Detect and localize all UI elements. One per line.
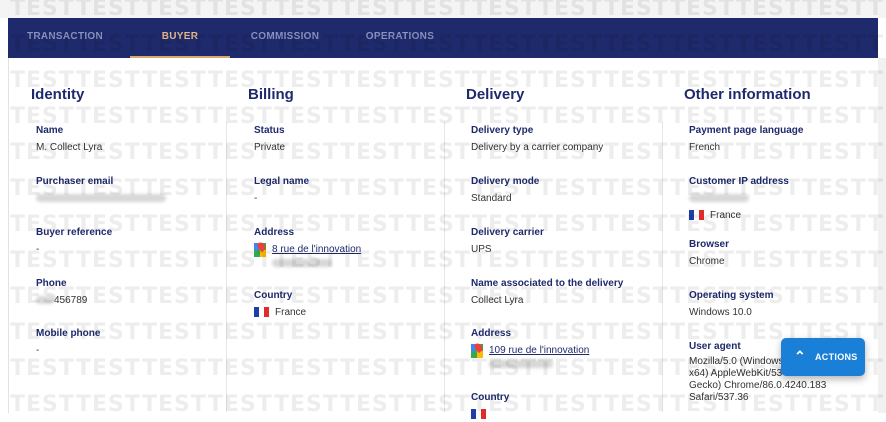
field-customer-ip: Customer IP address France [689, 176, 789, 223]
field-mobile-phone: Mobile phone - [36, 328, 100, 358]
billing-heading: Billing [248, 86, 294, 103]
status-label: Status [254, 125, 285, 136]
billing-country-value: France [275, 307, 307, 318]
field-delivery-country: Country [471, 392, 509, 422]
other-information-section: Other information [684, 86, 811, 103]
chevron-up-icon: ⌃ [794, 348, 807, 364]
france-flag-icon [689, 210, 704, 221]
field-delivery-mode: Delivery mode Standard [471, 176, 539, 206]
field-delivery-name: Name associated to the delivery Collect … [471, 278, 623, 308]
actions-button[interactable]: ⌃ ACTIONS [781, 338, 865, 376]
operating-system-label: Operating system [689, 290, 774, 301]
field-billing-country: Country France [254, 290, 306, 320]
customer-ip-label: Customer IP address [689, 176, 789, 187]
delivery-carrier-value: UPS [471, 244, 492, 255]
delivery-city-redacted [489, 360, 553, 369]
page-language-value: French [689, 142, 721, 153]
france-flag-icon [254, 307, 269, 318]
field-billing-address: Address 8 rue de l'innovation [254, 227, 361, 271]
tab-bar: TRANSACTION BUYER COMMISSION OPERATIONS [8, 18, 878, 60]
status-value: Private [254, 142, 286, 153]
column-divider [662, 122, 663, 412]
tab-operations[interactable]: OPERATIONS [360, 18, 440, 58]
name-value: M. Collect Lyra [36, 142, 103, 153]
delivery-type-value: Delivery by a carrier company [471, 142, 604, 153]
billing-city-redacted [272, 259, 332, 268]
delivery-name-value: Collect Lyra [471, 295, 524, 306]
top-strip [0, 0, 886, 18]
field-email: Purchaser email [36, 176, 166, 206]
delivery-address-label: Address [471, 328, 512, 339]
email-redacted [36, 194, 166, 203]
ip-country-value: France [710, 210, 742, 221]
user-agent-line-4: Safari/537.36 [689, 392, 749, 403]
field-delivery-type: Delivery type Delivery by a carrier comp… [471, 125, 603, 155]
delivery-mode-label: Delivery mode [471, 176, 540, 187]
browser-label: Browser [689, 239, 730, 250]
mobile-phone-label: Mobile phone [36, 328, 101, 339]
browser-value: Chrome [689, 256, 725, 267]
delivery-country-label: Country [471, 392, 510, 403]
billing-section: Billing [248, 86, 294, 103]
field-status: Status Private [254, 125, 285, 155]
scrollbar[interactable] [878, 58, 886, 413]
field-browser: Browser Chrome [689, 239, 729, 269]
billing-country-label: Country [254, 290, 293, 301]
name-label: Name [36, 125, 64, 136]
delivery-name-label: Name associated to the delivery [471, 278, 624, 289]
legal-name-value: - [254, 193, 258, 204]
tab-buyer[interactable]: BUYER [130, 18, 230, 60]
email-label: Purchaser email [36, 176, 114, 187]
field-name: Name M. Collect Lyra [36, 125, 102, 155]
identity-heading: Identity [31, 86, 85, 103]
phone-redacted [36, 296, 54, 305]
billing-address-label: Address [254, 227, 295, 238]
field-delivery-address: Address 109 rue de l'innovation [471, 328, 589, 372]
phone-label: Phone [36, 278, 67, 289]
buyer-reference-label: Buyer reference [36, 227, 113, 238]
france-flag-icon [471, 409, 486, 420]
legal-name-label: Legal name [254, 176, 310, 187]
delivery-type-label: Delivery type [471, 125, 534, 136]
tab-transaction[interactable]: TRANSACTION [20, 18, 110, 58]
ip-redacted [689, 194, 749, 203]
buyer-reference-value: - [36, 244, 40, 255]
map-icon[interactable] [471, 341, 485, 358]
field-buyer-reference: Buyer reference - [36, 227, 112, 257]
tab-commission[interactable]: COMMISSION [245, 18, 325, 58]
identity-section: Identity [31, 86, 84, 103]
column-divider [444, 122, 445, 412]
delivery-heading: Delivery [466, 86, 525, 103]
field-legal-name: Legal name - [254, 176, 309, 206]
delivery-mode-value: Standard [471, 193, 512, 204]
delivery-carrier-label: Delivery carrier [471, 227, 544, 238]
buyer-panel: Identity Name M. Collect Lyra Purchaser … [8, 58, 880, 420]
field-phone: Phone 456789 [36, 278, 87, 308]
phone-value: 456789 [54, 295, 88, 306]
field-page-language: Payment page language French [689, 125, 803, 155]
page-language-label: Payment page language [689, 125, 804, 136]
actions-label: ACTIONS [815, 352, 858, 362]
map-icon[interactable] [254, 240, 268, 257]
user-agent-line-3: Gecko) Chrome/86.0.4240.183 [689, 380, 827, 391]
mobile-phone-value: - [36, 345, 40, 356]
field-delivery-carrier: Delivery carrier UPS [471, 227, 544, 257]
column-divider [226, 122, 227, 412]
other-information-heading: Other information [684, 86, 811, 103]
delivery-section: Delivery [466, 86, 524, 103]
billing-address-link[interactable]: 8 rue de l'innovation [272, 244, 361, 255]
delivery-address-link[interactable]: 109 rue de l'innovation [489, 345, 589, 356]
